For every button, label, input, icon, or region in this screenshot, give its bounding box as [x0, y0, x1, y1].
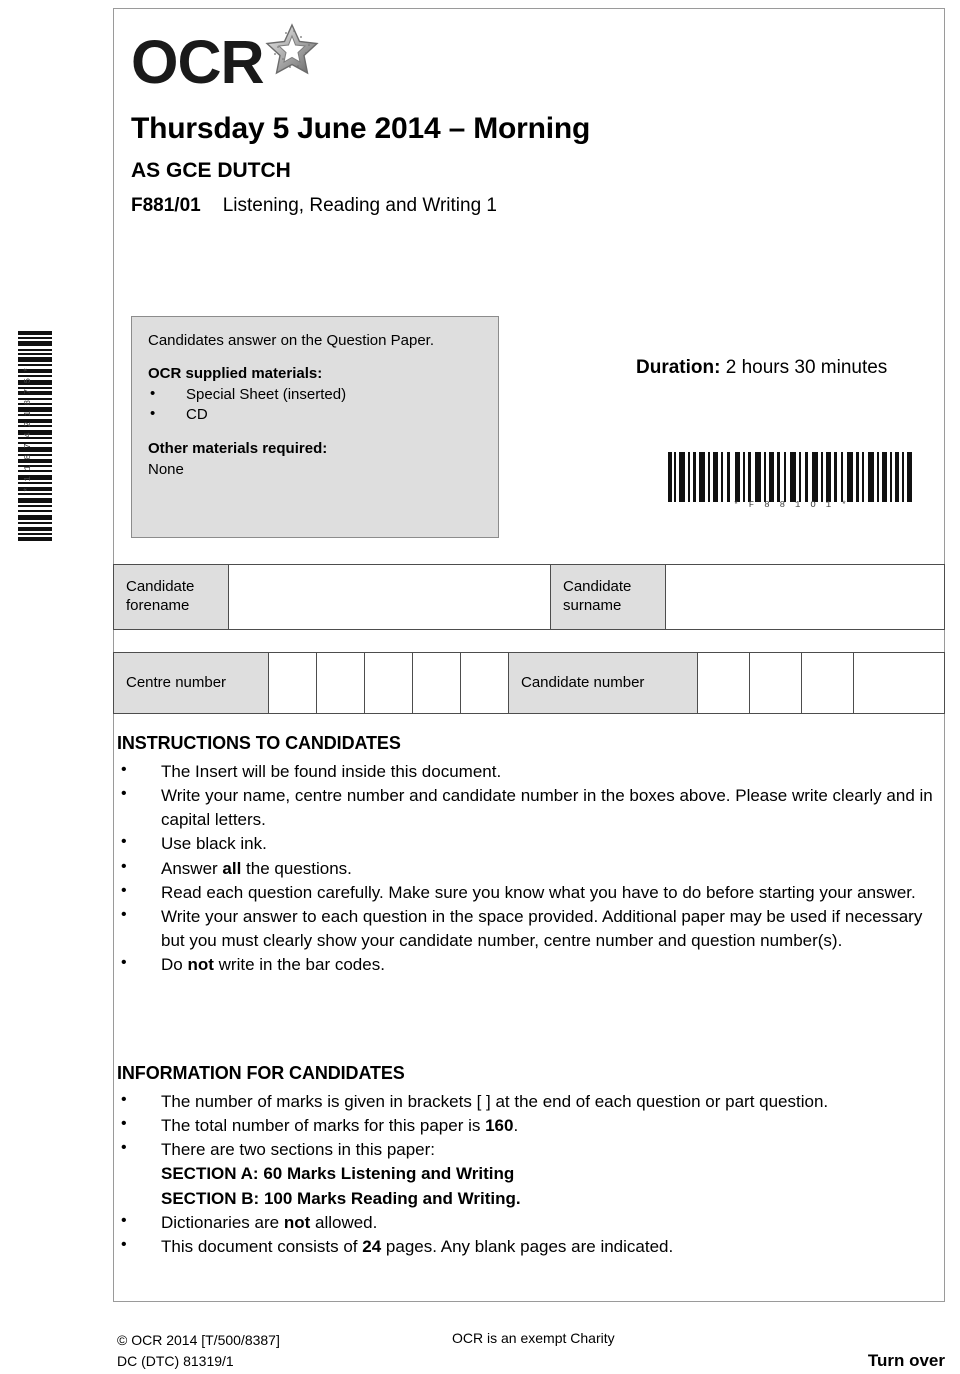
other-materials-heading: Other materials required: — [148, 439, 328, 457]
candidate-number-cell[interactable] — [802, 653, 854, 713]
list-item: Answer all the questions. — [117, 855, 945, 881]
information-list: The number of marks is given in brackets… — [117, 1089, 945, 1259]
candidate-surname-field[interactable] — [666, 565, 944, 629]
ocr-logo: OCR — [131, 23, 331, 104]
turn-over-label: Turn over — [867, 1351, 945, 1370]
candidate-number-cell[interactable] — [750, 653, 802, 713]
centre-number-label: Centre number — [114, 653, 269, 713]
page-footer: © OCR 2014 [T/500/8387] DC (DTC) 81319/1… — [0, 1330, 960, 1374]
centre-number-cell[interactable] — [461, 653, 509, 713]
centre-number-cell[interactable] — [413, 653, 461, 713]
information-heading: INFORMATION FOR CANDIDATES — [117, 1063, 405, 1083]
list-item: Dictionaries are not allowed. — [117, 1210, 945, 1235]
vertical-barcode: *1187421875* — [2, 330, 52, 542]
qualification-line: AS GCE DUTCH — [131, 159, 291, 182]
list-item: The Insert will be found inside this doc… — [117, 759, 945, 784]
star-icon — [265, 23, 319, 75]
centre-number-cell[interactable] — [317, 653, 365, 713]
instructions-list: The Insert will be found inside this doc… — [117, 759, 945, 977]
candidate-forename-label-line1: Candidate — [126, 578, 195, 596]
candidate-number-cell[interactable] — [698, 653, 750, 713]
candidate-number-label: Candidate number — [509, 653, 698, 713]
list-item: Write your name, centre number and candi… — [117, 783, 945, 832]
list-item: The total number of marks for this paper… — [117, 1113, 945, 1138]
candidate-forename-label-line2: forename — [126, 597, 190, 614]
candidate-forename-field[interactable] — [229, 565, 551, 629]
candidate-surname-label-line2: surname — [563, 597, 622, 614]
candidate-number-row: Centre number Candidate number — [113, 652, 945, 714]
candidate-surname-label-line1: Candidate — [563, 578, 632, 596]
ocr-logo-text: OCR — [131, 28, 265, 96]
copyright-line: © OCR 2014 [T/500/8387] — [117, 1332, 280, 1348]
document-code-line: DC (DTC) 81319/1 — [117, 1353, 234, 1369]
list-item: Special Sheet (inserted) — [148, 384, 482, 405]
list-item: CD — [148, 404, 482, 425]
centre-number-cell[interactable] — [365, 653, 413, 713]
section-a-line: SECTION A: 60 Marks Listening and Writin… — [161, 1164, 515, 1184]
horizontal-barcode-bars — [666, 452, 914, 502]
list-item: The number of marks is given in brackets… — [117, 1089, 945, 1114]
list-item: Read each question carefully. Make sure … — [117, 880, 945, 905]
supplied-materials-heading: OCR supplied materials: — [148, 365, 323, 383]
centre-number-cell[interactable] — [269, 653, 317, 713]
footer-left: © OCR 2014 [T/500/8387] DC (DTC) 81319/1 — [117, 1330, 280, 1372]
paper-line: F881/01 Listening, Reading and Writing 1 — [131, 195, 931, 217]
paper-title-block: Thursday 5 June 2014 – Morning AS GCE DU… — [131, 112, 931, 217]
charity-note: OCR is an exempt Charity — [452, 1330, 615, 1346]
duration-value: 2 hours 30 minutes — [725, 357, 888, 378]
list-item: Write your answer to each question in th… — [117, 904, 945, 953]
supplied-materials-list: Special Sheet (inserted) CD — [148, 384, 482, 425]
other-materials-value: None — [148, 461, 184, 479]
candidate-name-row: Candidate forename Candidate surname — [113, 564, 945, 630]
horizontal-barcode-label: *F881O1* — [733, 500, 857, 510]
section-b-line: SECTION B: 100 Marks Reading and Writing… — [161, 1188, 521, 1208]
vertical-barcode-label: *1187421875* — [23, 361, 33, 493]
paper-name: Listening, Reading and Writing 1 — [222, 195, 498, 217]
candidate-forename-label: Candidate forename — [114, 565, 229, 629]
list-item: There are two sections in this paper: SE… — [117, 1137, 945, 1210]
list-item: Use black ink. — [117, 831, 945, 856]
instructions-heading: INSTRUCTIONS TO CANDIDATES — [117, 733, 401, 753]
paper-code: F881/01 — [131, 195, 201, 217]
horizontal-barcode: *F881O1* — [666, 452, 914, 514]
exam-date: Thursday 5 June 2014 – Morning — [131, 112, 591, 145]
sections-intro: There are two sections in this paper: — [161, 1140, 436, 1160]
duration-label: Duration: — [636, 357, 721, 378]
list-item: Do not write in the bar codes. — [117, 952, 945, 977]
total-marks-value: 160 — [485, 1116, 514, 1136]
candidate-surname-label: Candidate surname — [551, 565, 666, 629]
page-count-value: 24 — [362, 1236, 382, 1256]
candidate-number-cell[interactable] — [854, 653, 906, 713]
answer-note: Candidates answer on the Question Paper. — [148, 332, 435, 349]
duration-line: Duration: 2 hours 30 minutes — [636, 357, 888, 379]
list-item: This document consists of 24 pages. Any … — [117, 1234, 945, 1259]
materials-box: Candidates answer on the Question Paper.… — [131, 316, 499, 538]
